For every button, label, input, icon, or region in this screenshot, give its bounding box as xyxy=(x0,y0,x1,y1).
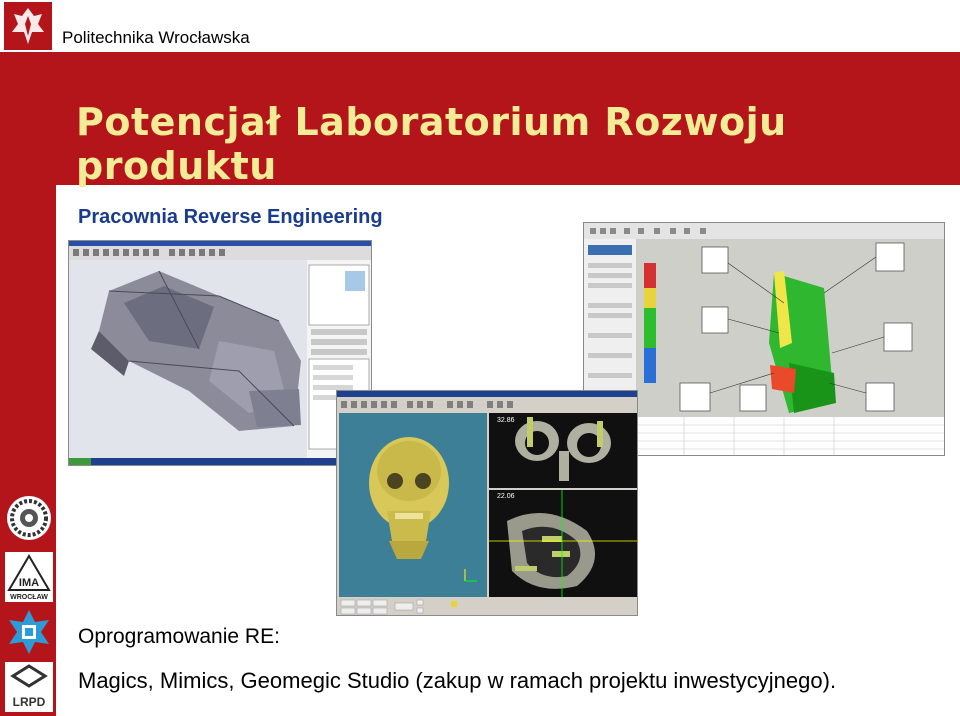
page-title: Potencjał Laboratorium Rozwoju produktu xyxy=(76,100,787,188)
university-name: Politechnika Wrocławska xyxy=(62,28,250,47)
software-label: Oprogramowanie RE: xyxy=(78,625,280,648)
header-bar: Politechnika Wrocławska xyxy=(0,0,960,52)
lrpd-logo-text: LRPD xyxy=(13,695,46,709)
lrpd-logo: LRPD xyxy=(5,662,53,712)
mimics-view-label-bottom: 22.06 xyxy=(497,493,515,500)
ima-logo-text: IMA xyxy=(19,577,39,589)
wroclaw-logo-text: WROCŁAW xyxy=(10,594,48,601)
mimics-view-label-top: 32.86 xyxy=(497,417,515,424)
geomagic-screenshot xyxy=(68,240,372,466)
university-logo xyxy=(4,2,52,50)
mimics-screenshot: 32.86 22.06 xyxy=(336,390,638,616)
gear-logo xyxy=(5,494,53,542)
section-heading: Pracownia Reverse Engineering xyxy=(78,206,383,228)
star-logo xyxy=(5,608,53,656)
ima-logo: IMA WROCŁAW xyxy=(5,552,53,602)
software-list: Magics, Mimics, Geomegic Studio (zakup w… xyxy=(78,668,837,693)
